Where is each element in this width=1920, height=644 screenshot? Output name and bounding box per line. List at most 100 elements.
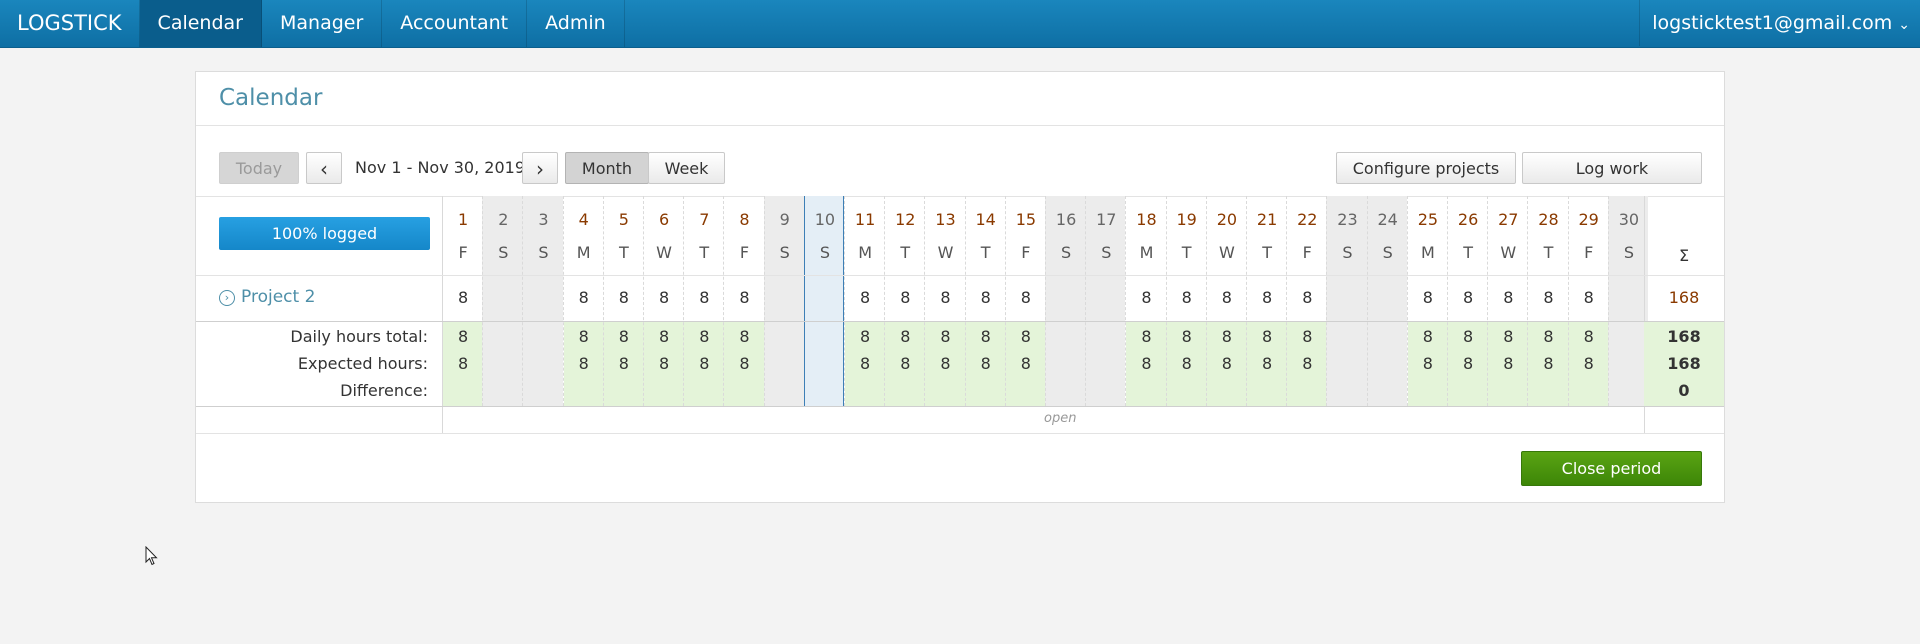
project-hours-cell[interactable]: 8: [644, 288, 684, 307]
project-hours-cell[interactable]: 8: [1247, 288, 1287, 307]
panel-title: Calendar: [219, 85, 323, 111]
view-month-button[interactable]: Month: [565, 152, 649, 184]
project-hours-cell[interactable]: 8: [684, 288, 724, 307]
day-number: 11: [854, 210, 876, 229]
expected-hours-cell: 8: [1583, 354, 1594, 373]
day-number: 28: [1538, 210, 1559, 229]
day-column: 6 W 8 8 8: [643, 196, 685, 407]
nav-manager[interactable]: Manager: [262, 0, 383, 47]
divider: [442, 196, 443, 433]
day-letter: S: [779, 243, 790, 262]
day-number: 1: [458, 210, 469, 229]
day-column: 2S: [482, 196, 523, 406]
day-letter: S: [498, 243, 509, 262]
expected-hours-cell: 8: [1422, 354, 1433, 373]
expected-hours-cell: 8: [1463, 354, 1474, 373]
day-letter: F: [458, 243, 468, 262]
day-column: 20 W 8 8 8: [1205, 196, 1247, 407]
project-hours-cell[interactable]: 8: [1448, 288, 1488, 307]
day-column: 25 M 8 8 8: [1406, 196, 1448, 407]
project-hours-cell[interactable]: 8: [1528, 288, 1568, 307]
day-column: 7 T 8 8 8: [683, 196, 725, 407]
day-number: 12: [895, 210, 916, 229]
brand-logo[interactable]: LOGSTICK: [0, 0, 140, 47]
day-letter: T: [619, 243, 629, 262]
close-period-button[interactable]: Close period: [1521, 451, 1702, 486]
daily-hours-cell: 8: [458, 327, 469, 346]
project-hours-cell[interactable]: 8: [1207, 288, 1247, 307]
day-column: 5 T 8 8 8: [602, 196, 644, 407]
expected-hours-cell: 8: [1262, 354, 1273, 373]
expected-hours-cell: 8: [1181, 354, 1192, 373]
project-hours-cell[interactable]: 8: [845, 288, 885, 307]
day-letter: T: [900, 243, 911, 262]
next-period-button[interactable]: ›: [522, 152, 558, 184]
project-hours-cell[interactable]: 8: [1126, 288, 1166, 307]
project-hours-cell[interactable]: 8: [443, 288, 483, 307]
daily-hours-cell: 8: [578, 327, 589, 346]
today-button[interactable]: Today: [219, 152, 299, 184]
daily-hours-cell: 8: [1583, 327, 1594, 346]
day-letter: F: [1302, 243, 1312, 262]
expected-hours-cell: 8: [699, 354, 710, 373]
prev-period-button[interactable]: ‹: [306, 152, 342, 184]
day-column: 26 T 8 8 8: [1447, 196, 1489, 407]
daily-hours-cell: 8: [659, 327, 670, 346]
day-number: 13: [935, 210, 956, 229]
user-menu[interactable]: logsticktest1@gmail.com ⌄: [1639, 0, 1920, 46]
configure-projects-button[interactable]: Configure projects: [1336, 152, 1516, 184]
project-hours-cell[interactable]: 8: [925, 288, 965, 307]
day-column: 9S: [763, 196, 804, 406]
project-hours-cell[interactable]: 8: [966, 288, 1006, 307]
project-hours-cell[interactable]: 8: [885, 288, 925, 307]
nav-admin[interactable]: Admin: [527, 0, 625, 47]
divider: [196, 275, 1724, 276]
project-hours-cell[interactable]: 8: [1408, 288, 1448, 307]
project-link[interactable]: › Project 2: [219, 287, 315, 307]
daily-hours-cell: 8: [739, 327, 750, 346]
day-letter: T: [1543, 243, 1554, 262]
day-letter: W: [1500, 243, 1517, 262]
expected-hours-cell: 8: [618, 354, 629, 373]
divider: [196, 125, 1724, 126]
day-letter: S: [819, 243, 830, 262]
log-work-button[interactable]: Log work: [1522, 152, 1702, 184]
project-hours-cell[interactable]: 8: [1569, 288, 1609, 307]
day-letter: S: [1382, 243, 1393, 262]
period-status: open: [1044, 411, 1077, 426]
difference-label: Difference:: [340, 381, 428, 400]
project-hours-cell[interactable]: 8: [564, 288, 604, 307]
day-number: 22: [1297, 210, 1318, 229]
day-number: 16: [1055, 210, 1077, 229]
top-navbar: LOGSTICK Calendar Manager Accountant Adm…: [0, 0, 1920, 48]
day-letter: T: [1181, 243, 1192, 262]
project-hours-cell[interactable]: 8: [1167, 288, 1207, 307]
daily-hours-cell: 8: [900, 327, 911, 346]
day-number: 5: [618, 210, 629, 229]
daily-hours-label: Daily hours total:: [290, 327, 428, 346]
view-week-button[interactable]: Week: [648, 152, 725, 184]
project-hours-cell[interactable]: 8: [724, 288, 764, 307]
chevron-right-circle-icon: ›: [219, 290, 235, 306]
chevron-down-icon: ⌄: [1898, 17, 1910, 33]
day-letter: S: [538, 243, 549, 262]
day-column: 18 M 8 8 8: [1125, 196, 1167, 407]
day-letter: S: [1342, 243, 1353, 262]
project-hours-cell[interactable]: 8: [1488, 288, 1528, 307]
day-letter: M: [576, 243, 591, 262]
project-hours-cell[interactable]: 8: [604, 288, 644, 307]
daily-hours-cell: 8: [1543, 327, 1554, 346]
project-hours-cell[interactable]: 8: [1287, 288, 1327, 307]
day-column: 24 S: [1366, 196, 1407, 406]
nav-calendar[interactable]: Calendar: [139, 0, 262, 47]
day-number: 10: [814, 210, 836, 229]
daily-hours-cell: 8: [1503, 327, 1514, 346]
day-number: 14: [975, 210, 996, 229]
day-column: 21 T 8 8 8: [1246, 196, 1288, 407]
day-column: 16 S: [1045, 196, 1086, 406]
nav-accountant[interactable]: Accountant: [382, 0, 528, 47]
day-column: 22 F 8 8 8: [1286, 196, 1328, 407]
project-hours-cell[interactable]: 8: [1006, 288, 1046, 307]
expected-hours-cell: 8: [739, 354, 750, 373]
day-column: 28 T 8 8 8: [1527, 196, 1569, 407]
